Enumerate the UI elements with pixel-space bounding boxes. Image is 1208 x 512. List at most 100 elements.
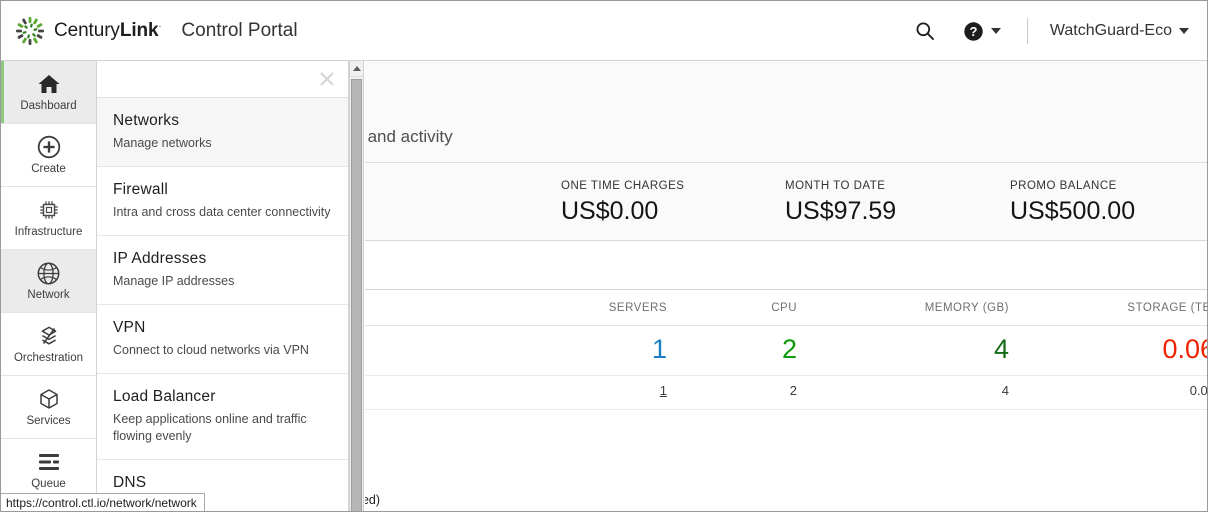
primary-sidebar: Dashboard Create Infrastructure Network … <box>1 61 97 502</box>
col-storage: STORAGE (TB) <box>1035 290 1207 326</box>
flyout-header <box>97 61 348 98</box>
network-flyout-menu: Networks Manage networks Firewall Intra … <box>97 61 349 511</box>
help-menu-button[interactable]: ? <box>949 1 1015 61</box>
cell-storage: 0.06 <box>1035 375 1207 410</box>
browser-status-bar: https://control.ctl.io/network/network <box>1 493 205 511</box>
help-circle-icon: ? <box>963 21 984 42</box>
col-cpu: CPU <box>687 290 819 326</box>
brand-prefix: Century <box>54 20 120 41</box>
total-memory-value: 4 <box>819 325 1035 376</box>
sidebar-item-orchestration[interactable]: Orchestration <box>1 313 96 376</box>
table-header-row: SERVERS CPU MEMORY (GB) STORAGE (TB) QUE… <box>365 290 1207 326</box>
sidebar-item-infrastructure[interactable]: Infrastructure <box>1 187 96 250</box>
header-divider <box>1026 18 1028 44</box>
search-icon <box>915 21 935 41</box>
flyout-item-title: Networks <box>113 112 180 129</box>
servers-link[interactable]: 1 <box>660 383 667 398</box>
stat-value: US$500.00 <box>1010 197 1136 225</box>
stat-label: ONE TIME CHARGES <box>561 180 685 192</box>
table-row: 1 2 4 0.06 0 <box>365 375 1207 410</box>
flyout-item-desc: Intra and cross data center connectivity <box>113 205 331 219</box>
brand-bold: Link <box>119 20 159 41</box>
flyout-item-title: DNS <box>113 474 147 491</box>
flyout-item-vpn[interactable]: VPN Connect to cloud networks via VPN <box>97 305 348 374</box>
stat-one-time-charges: ONE TIME CHARGES US$0.00 <box>561 180 684 226</box>
flyout-item-desc: Keep applications online and traffic flo… <box>113 412 307 443</box>
app-header: CenturyLink· Control Portal ? WatchGuard… <box>1 1 1207 61</box>
brand-trademark: · <box>158 21 162 31</box>
header-actions: ? WatchGuard-Eco <box>901 1 1193 61</box>
col-servers: SERVERS <box>527 290 687 326</box>
total-storage-value: 0.06 <box>1035 325 1207 376</box>
flyout-item-ip-addresses[interactable]: IP Addresses Manage IP addresses <box>97 236 348 305</box>
sidebar-item-label: Dashboard <box>20 100 77 112</box>
sidebar-item-label: Infrastructure <box>14 226 83 238</box>
plus-circle-icon <box>37 134 61 160</box>
cell-servers: 1 <box>527 375 687 410</box>
stat-label: PROMO BALANCE <box>1010 180 1117 192</box>
account-name-label: WatchGuard-Eco <box>1049 22 1172 39</box>
page-subtitle: View recent resources and activity <box>365 127 453 146</box>
flyout-item-firewall[interactable]: Firewall Intra and cross data center con… <box>97 167 348 236</box>
chip-icon <box>37 197 61 223</box>
table-row-totals: 1 2 4 0.06 0 <box>365 325 1207 376</box>
flyout-item-title: IP Addresses <box>113 250 207 267</box>
sidebar-item-label: Services <box>26 415 71 427</box>
row-label <box>365 325 527 376</box>
cube-icon <box>37 386 61 412</box>
sidebar-item-label: Create <box>31 163 66 175</box>
total-cpu-value: 2 <box>687 325 819 376</box>
stat-promo-balance: PROMO BALANCE US$500.00 <box>1010 180 1135 226</box>
chevron-down-icon <box>990 28 1001 34</box>
chevron-down-icon <box>1179 28 1189 34</box>
home-icon <box>37 71 61 97</box>
brand-wordmark: CenturyLink· <box>54 20 162 42</box>
close-icon[interactable] <box>318 70 336 88</box>
row-label <box>365 375 527 410</box>
app-title: Control Portal <box>181 20 298 41</box>
flyout-item-title: Firewall <box>113 181 168 198</box>
control-portal-window: CenturyLink· Control Portal ? WatchGuard… <box>0 0 1208 512</box>
resources-table: SERVERS CPU MEMORY (GB) STORAGE (TB) QUE… <box>365 290 1207 410</box>
centurylink-sunburst-icon <box>15 16 45 46</box>
stat-value: US$0.00 <box>561 197 659 225</box>
globe-icon <box>36 260 61 286</box>
stat-label: MONTH TO DATE <box>785 180 886 192</box>
flyout-item-load-balancer[interactable]: Load Balancer Keep applications online a… <box>97 374 348 460</box>
total-servers-value: 1 <box>527 325 687 376</box>
col-name <box>365 290 527 326</box>
cell-cpu: 2 <box>687 375 819 410</box>
stat-value: US$97.59 <box>785 197 897 225</box>
table-section-spacer <box>365 241 1207 290</box>
cell-memory: 4 <box>819 375 1035 410</box>
svg-text:?: ? <box>969 24 977 39</box>
page-scrollbar[interactable] <box>349 61 364 511</box>
flyout-item-networks[interactable]: Networks Manage networks <box>97 98 348 167</box>
sidebar-item-create[interactable]: Create <box>1 124 96 187</box>
resources-table-section: SERVERS CPU MEMORY (GB) STORAGE (TB) QUE… <box>365 241 1207 509</box>
chevron-up-icon <box>352 66 361 71</box>
flyout-item-desc: Manage networks <box>113 136 212 150</box>
col-memory: MEMORY (GB) <box>819 290 1035 326</box>
sidebar-item-label: Queue <box>31 478 66 490</box>
stat-month-to-date: MONTH TO DATE US$97.59 <box>785 180 896 226</box>
sidebar-item-network[interactable]: Network <box>1 250 96 313</box>
sidebar-item-dashboard[interactable]: Dashboard <box>1 61 96 124</box>
flyout-item-title: VPN <box>113 319 146 336</box>
flyout-item-title: Load Balancer <box>113 388 216 405</box>
billing-summary-row: CURRENT HOUR US$0.09 ONE TIME CHARGES US… <box>365 163 1207 241</box>
flyout-item-desc: Manage IP addresses <box>113 274 235 288</box>
table-footnote: tted) <box>365 493 381 507</box>
sidebar-item-services[interactable]: Services <box>1 376 96 439</box>
main-content: Dashboard View recent resources and acti… <box>365 61 1207 511</box>
orchestration-icon <box>37 323 61 349</box>
page-header: Dashboard View recent resources and acti… <box>365 61 1207 163</box>
queue-list-icon <box>36 449 62 475</box>
flyout-item-desc: Connect to cloud networks via VPN <box>113 343 309 357</box>
search-button[interactable] <box>901 1 949 61</box>
brand-logo[interactable]: CenturyLink· Control Portal <box>15 13 298 49</box>
account-menu-button[interactable]: WatchGuard-Eco <box>1040 1 1193 61</box>
scroll-up-button[interactable] <box>350 61 363 77</box>
scrollbar-thumb[interactable] <box>351 79 362 511</box>
sidebar-item-label: Network <box>27 289 70 301</box>
